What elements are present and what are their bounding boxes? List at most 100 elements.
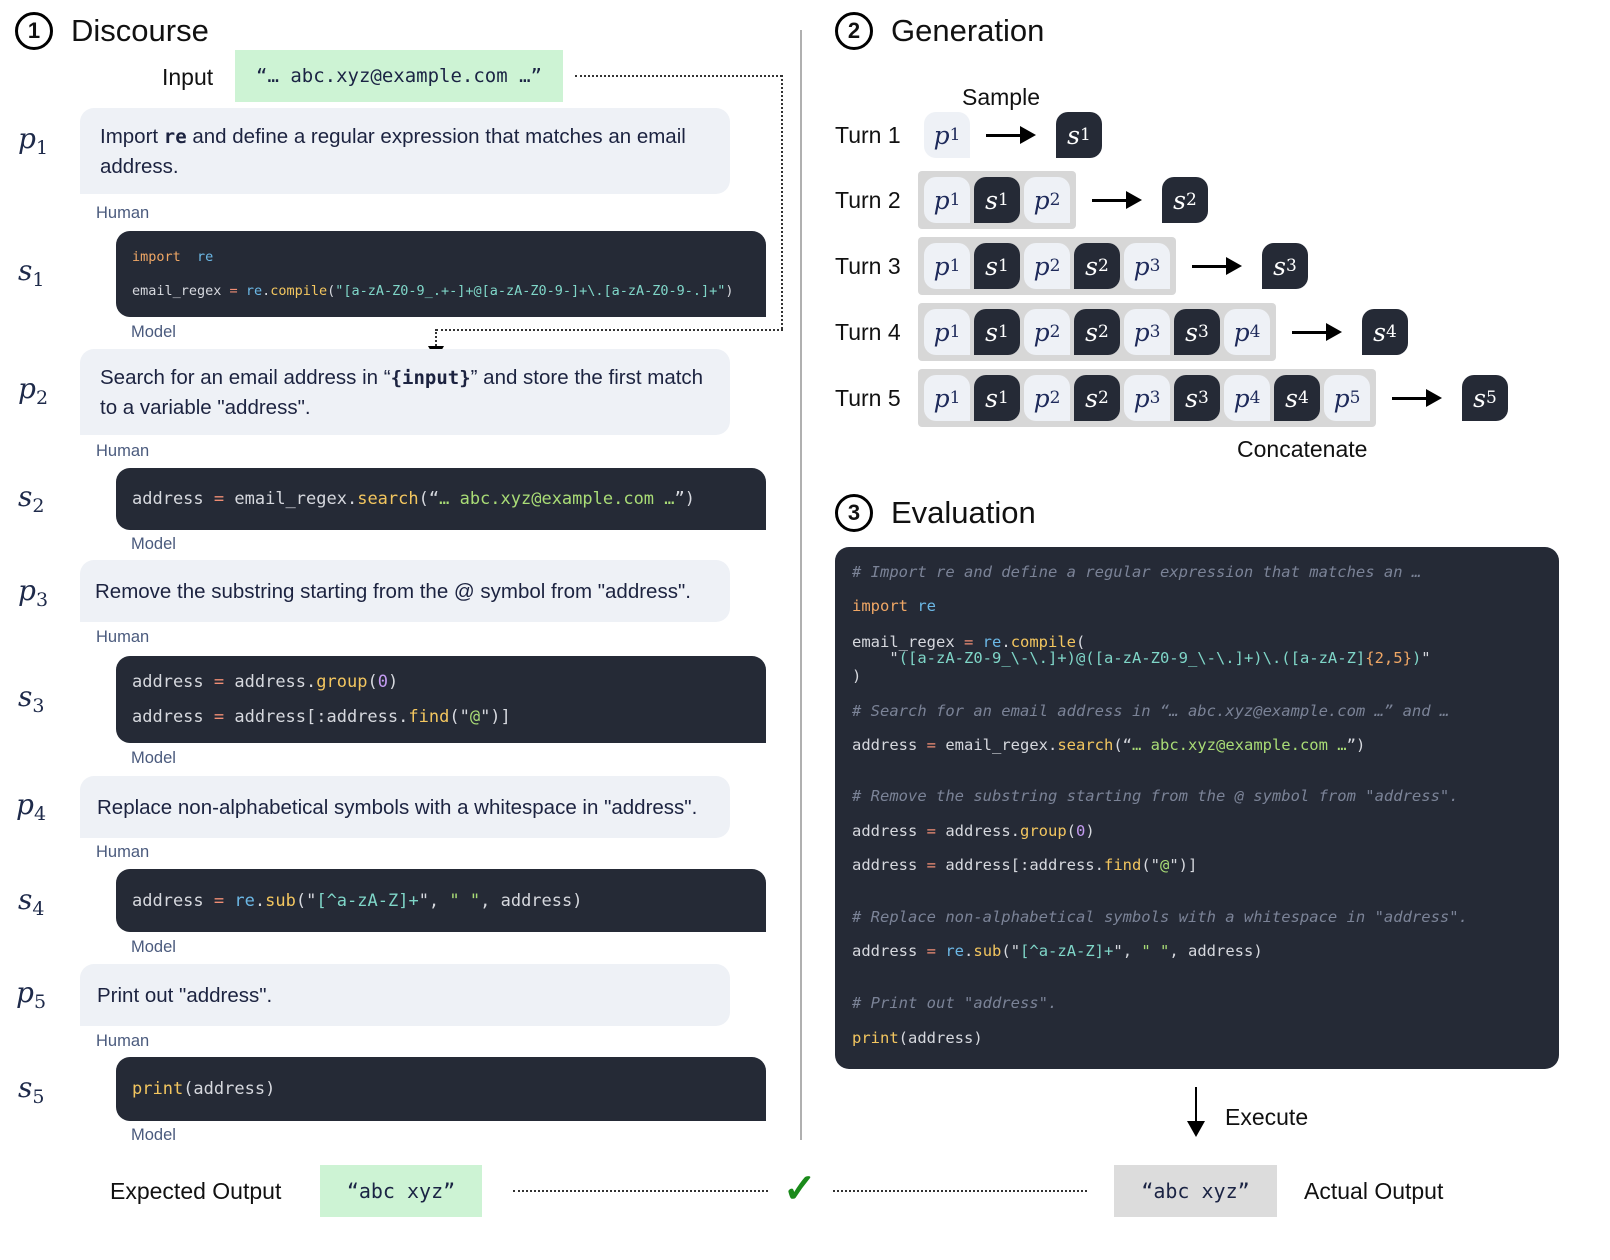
execute-label: Execute <box>1225 1104 1309 1130</box>
input-connector-right <box>781 75 783 329</box>
turn-label: Turn 5 <box>835 385 901 411</box>
column-divider <box>800 30 802 1140</box>
role-label-human: Human <box>96 442 150 460</box>
role-label-model: Model <box>131 535 176 553</box>
context-chip-s2: s2 <box>1074 309 1120 355</box>
compare-line-right <box>833 1190 1087 1192</box>
section-title: Generation <box>891 13 1045 48</box>
role-label-model: Model <box>131 323 176 341</box>
input-value-box: “… abc.xyz@example.com …” <box>235 50 563 102</box>
prompt-bubble-p1: Import re and define a regular expressio… <box>80 108 730 194</box>
context-chip-p2: p2 <box>1024 177 1070 223</box>
code-bubble-s3: address = address.group(0) address = addr… <box>116 656 766 743</box>
code-line: import re <box>132 249 214 265</box>
code-comment: # Import re and define a regular express… <box>852 563 1422 581</box>
context-chip-p1: p1 <box>924 112 970 158</box>
code-bubble-s5: print(address) <box>116 1057 766 1121</box>
solution-var-s4: s4 <box>18 883 45 920</box>
context-chip-s1: s1 <box>974 243 1020 289</box>
code-line: address = address[:address.find("@")] <box>852 856 1198 874</box>
role-label-human: Human <box>96 843 150 861</box>
turn-label: Turn 4 <box>835 319 901 345</box>
arrow-right-icon <box>1092 191 1142 209</box>
generation-header: 2 Generation <box>835 12 1044 50</box>
actual-output-value: “abc xyz” <box>1114 1165 1277 1217</box>
context-chip-s1: s1 <box>974 177 1020 223</box>
code-comment: # Print out "address". <box>852 994 1058 1012</box>
code-line: address = address.group(0) <box>852 822 1095 840</box>
context-chip-p1: p1 <box>924 177 970 223</box>
arrow-right-icon <box>1192 257 1242 275</box>
code-comment: # Replace non-alphabetical symbols with … <box>852 908 1468 926</box>
prompt-var-p3: p3 <box>18 574 49 611</box>
prompt-bubble-p2: Search for an email address in “{input}”… <box>80 349 730 435</box>
code-comment: # Remove the substring starting from the… <box>852 787 1459 805</box>
code-line: address = address.group(0) <box>132 671 399 692</box>
prompt-bubble-p3: Remove the substring starting from the @… <box>80 560 730 622</box>
context-chip-p1: p1 <box>924 375 970 421</box>
prompt-var-p1: p1 <box>18 122 49 159</box>
solution-var-s2: s2 <box>18 480 45 517</box>
context-chip-p2: p2 <box>1024 309 1070 355</box>
code-line: address = email_regex.search(“… abc.xyz@… <box>852 736 1366 754</box>
step-number-badge: 1 <box>15 12 53 50</box>
role-label-model: Model <box>131 1126 176 1144</box>
discourse-header: 1 Discourse <box>15 12 209 50</box>
prompt-text: Search for an email address in “{input}”… <box>100 365 704 419</box>
expected-output-value: “abc xyz” <box>320 1165 482 1217</box>
actual-output-label: Actual Output <box>1304 1178 1444 1204</box>
context-chip-s1: s1 <box>974 309 1020 355</box>
concatenate-label: Concatenate <box>1237 436 1368 462</box>
role-label-human: Human <box>96 628 150 646</box>
context-chip-p4: p4 <box>1224 309 1270 355</box>
role-label-model: Model <box>131 749 176 767</box>
code-bubble-s2: address = email_regex.search(“… abc.xyz@… <box>116 468 766 530</box>
code-line: import re <box>852 597 937 615</box>
step-number-badge: 3 <box>835 494 873 532</box>
role-label-model: Model <box>131 938 176 956</box>
code-line: address = re.sub("[^a-zA-Z]+", " ", addr… <box>852 942 1263 960</box>
context-chip-p1: p1 <box>924 243 970 289</box>
evaluation-code-block: # Import re and define a regular express… <box>835 547 1559 1069</box>
arrow-right-icon <box>1292 323 1342 341</box>
sampled-output-s2: s2 <box>1162 177 1208 223</box>
input-connector-bottom <box>436 329 783 331</box>
sampled-output-s1: s1 <box>1056 112 1102 158</box>
code-line: ) <box>852 667 862 685</box>
prompt-var-p2: p2 <box>18 372 49 409</box>
role-label-human: Human <box>96 1032 150 1050</box>
solution-var-s5: s5 <box>18 1071 45 1108</box>
code-comment: # Search for an email address in “… abc.… <box>852 702 1450 720</box>
prompt-bubble-p5: Print out "address". <box>80 964 730 1026</box>
context-chip-p1: p1 <box>924 309 970 355</box>
step-number-badge: 2 <box>835 12 873 50</box>
check-icon: ✓ <box>783 1167 817 1211</box>
prompt-var-p4: p4 <box>16 788 47 825</box>
sampled-output-s3: s3 <box>1262 243 1308 289</box>
prompt-text: Import re and define a regular expressio… <box>100 124 686 178</box>
context-chip-s2: s2 <box>1074 243 1120 289</box>
context-chip-s2: s2 <box>1074 375 1120 421</box>
context-chip-p5: p5 <box>1324 375 1370 421</box>
sampled-output-s4: s4 <box>1362 309 1408 355</box>
turn-label: Turn 2 <box>835 187 901 213</box>
sample-label: Sample <box>962 84 1040 110</box>
context-chip-p2: p2 <box>1024 243 1070 289</box>
context-chip-s3: s3 <box>1174 309 1220 355</box>
context-chip-p4: p4 <box>1224 375 1270 421</box>
compare-line-left <box>513 1190 768 1192</box>
code-line: print(address) <box>132 1079 276 1099</box>
code-line: "([a-zA-Z0-9_\-\.]+)@([a-zA-Z0-9_\-\.]+)… <box>852 649 1431 667</box>
section-title: Discourse <box>71 13 209 48</box>
turn-label: Turn 1 <box>835 122 901 148</box>
section-title: Evaluation <box>891 495 1036 530</box>
expected-output-label: Expected Output <box>110 1178 282 1204</box>
context-chip-p3: p3 <box>1124 243 1170 289</box>
turn-label: Turn 3 <box>835 253 901 279</box>
solution-var-s1: s1 <box>18 254 45 291</box>
context-chip-p3: p3 <box>1124 375 1170 421</box>
context-chip-p3: p3 <box>1124 309 1170 355</box>
context-chip-s3: s3 <box>1174 375 1220 421</box>
code-line: print(address) <box>852 1029 983 1047</box>
code-bubble-s4: address = re.sub("[^a-zA-Z]+", " ", addr… <box>116 869 766 932</box>
